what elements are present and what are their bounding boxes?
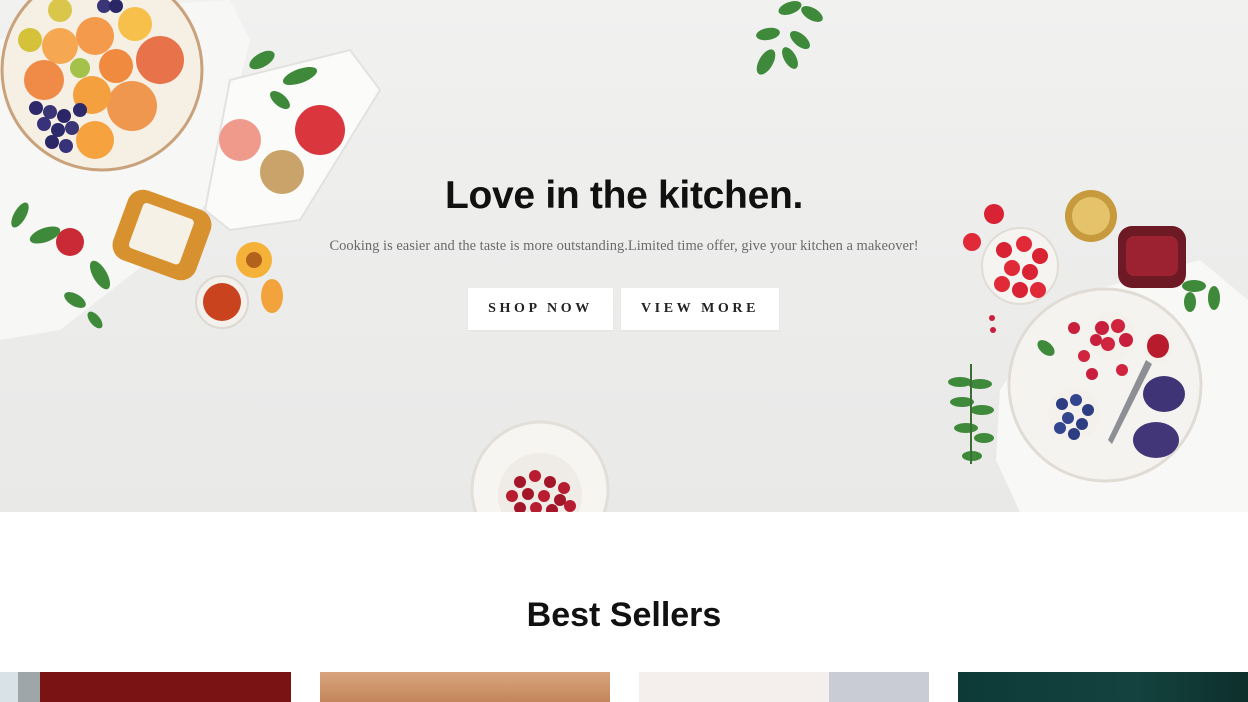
- blueberries-icon: [1048, 388, 1100, 440]
- hero-food-illustration: [0, 0, 1248, 512]
- hero-title: Love in the kitchen.: [444, 174, 804, 217]
- product-card-3[interactable]: [639, 672, 929, 702]
- view-more-button[interactable]: VIEW MORE: [621, 288, 779, 330]
- best-sellers-heading: Best Sellers: [526, 596, 722, 634]
- herb-sprig-icon: [756, 1, 823, 75]
- product-card-4[interactable]: [958, 672, 1248, 702]
- hero-banner: Love in the kitchen. Cooking is easier a…: [0, 0, 1248, 512]
- cherry-plate-icon: [470, 420, 610, 512]
- shop-now-button[interactable]: SHOP NOW: [468, 288, 613, 330]
- product-card-2[interactable]: [320, 672, 610, 702]
- hero-subtitle: Cooking is easier and the taste is more …: [329, 238, 919, 254]
- product-card-1[interactable]: [0, 672, 291, 702]
